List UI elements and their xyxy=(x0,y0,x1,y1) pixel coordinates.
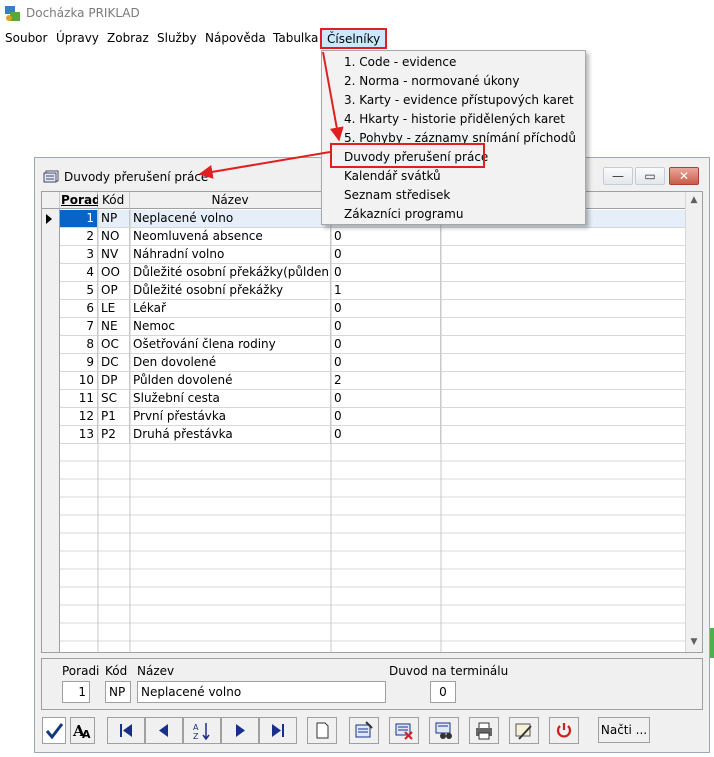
arrow-to-menu-item xyxy=(322,51,344,142)
arrow-to-window xyxy=(198,151,331,179)
annotation-arrows xyxy=(198,51,344,179)
